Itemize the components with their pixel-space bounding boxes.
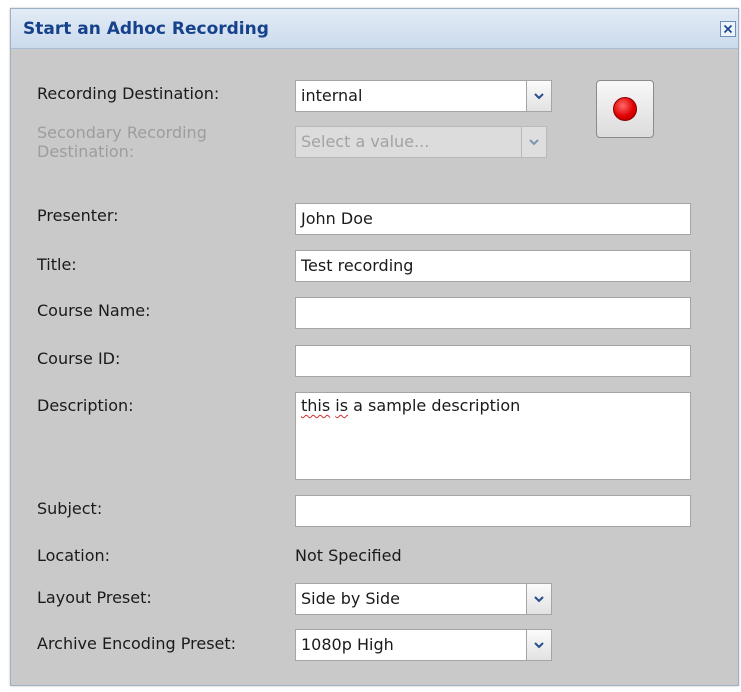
start-recording-button[interactable] [596, 80, 654, 138]
record-icon [613, 97, 637, 121]
title-input[interactable]: Test recording [295, 250, 691, 282]
archive-encoding-preset-label: Archive Encoding Preset: [37, 634, 237, 653]
archive-encoding-preset-value: 1080p High [301, 635, 394, 654]
layout-preset-value: Side by Side [301, 589, 400, 608]
location-label: Location: [37, 546, 111, 565]
presenter-input[interactable]: John Doe [295, 203, 691, 235]
course-id-label: Course ID: [37, 349, 121, 368]
chevron-down-icon[interactable] [526, 630, 551, 660]
location-value: Not Specified [295, 546, 402, 565]
presenter-label: Presenter: [37, 206, 119, 225]
chevron-down-icon [521, 127, 546, 157]
close-icon [723, 24, 733, 34]
chevron-down-icon[interactable] [526, 81, 551, 111]
description-word-is: is [335, 396, 349, 415]
chevron-down-icon[interactable] [526, 584, 551, 614]
adhoc-recording-dialog: Start an Adhoc Recording Recording Desti… [10, 8, 739, 686]
course-name-input[interactable] [295, 297, 691, 329]
recording-destination-value: internal [301, 86, 363, 105]
dialog-title: Start an Adhoc Recording [23, 19, 269, 39]
layout-preset-select[interactable]: Side by Side [295, 583, 552, 615]
course-id-input[interactable] [295, 345, 691, 377]
secondary-destination-select: Select a value... [295, 126, 547, 158]
subject-input[interactable] [295, 495, 691, 527]
secondary-destination-label: Secondary Recording Destination: [37, 123, 207, 161]
course-name-label: Course Name: [37, 301, 151, 320]
description-label: Description: [37, 396, 134, 415]
layout-preset-label: Layout Preset: [37, 588, 152, 607]
subject-label: Subject: [37, 499, 103, 518]
title-label: Title: [37, 255, 77, 274]
dialog-titlebar: Start an Adhoc Recording [11, 9, 738, 49]
secondary-destination-placeholder: Select a value... [301, 132, 430, 151]
recording-destination-label: Recording Destination: [37, 84, 220, 103]
description-word-this: this [301, 396, 331, 415]
recording-destination-select[interactable]: internal [295, 80, 552, 112]
description-text-rest: a sample description [348, 396, 521, 415]
description-textarea[interactable]: this is a sample description [295, 392, 691, 480]
archive-encoding-preset-select[interactable]: 1080p High [295, 629, 552, 661]
close-button[interactable] [720, 21, 736, 37]
